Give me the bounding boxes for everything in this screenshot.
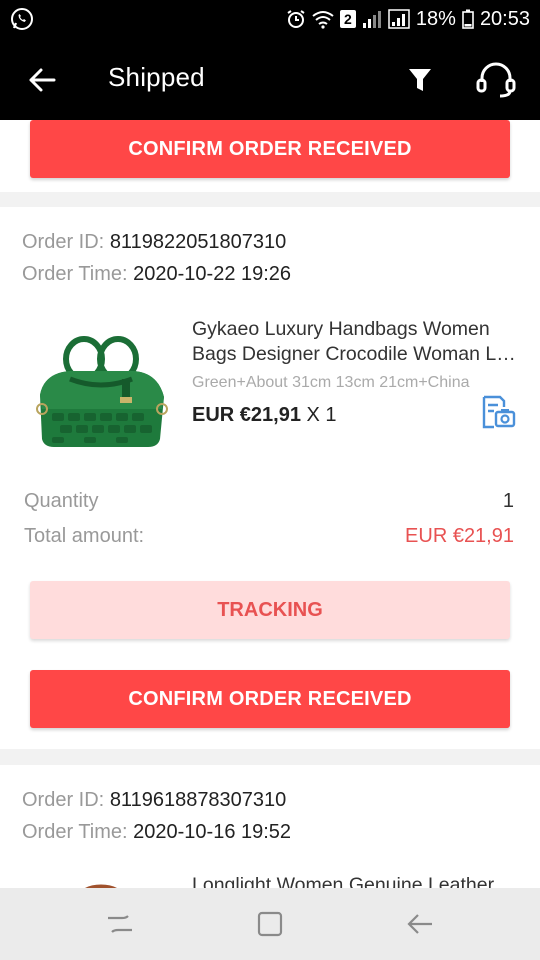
order-card: Order ID: 8119618878307310 Order Time: 2…	[0, 765, 540, 888]
confirm-order-received-button[interactable]: CONFIRM ORDER RECEIVED	[30, 120, 510, 178]
product-quantity: X 1	[306, 404, 337, 426]
quantity-value: 1	[502, 490, 514, 512]
status-bar: 2 18% 20:53	[0, 0, 540, 38]
product-image[interactable]	[30, 875, 172, 888]
product-name[interactable]: Longlight Women Genuine Leather	[192, 873, 517, 888]
product-price: EUR €21,91	[192, 404, 301, 426]
product-image[interactable]	[30, 317, 172, 459]
order-time-line: Order Time: 2020-10-22 19:26	[22, 263, 291, 286]
sim-badge: 2	[339, 10, 356, 28]
order-id-value: 8119822051807310	[109, 231, 287, 253]
page-title: Shipped	[108, 62, 205, 92]
filter-icon[interactable]	[404, 64, 436, 96]
order-id-line: Order ID: 8119822051807310	[22, 231, 286, 254]
product-name-line1: Gykaeo Luxury Handbags Women	[192, 318, 490, 340]
order-time-label: Order Time:	[22, 263, 128, 285]
alarm-icon	[286, 9, 306, 29]
quantity-label: Quantity	[24, 490, 99, 512]
home-icon[interactable]	[254, 908, 286, 940]
order-time-value: 2020-10-22 19:26	[133, 263, 292, 285]
system-navigation-bar	[0, 888, 540, 960]
product-name[interactable]: Gykaeo Luxury Handbags Women Bags Design…	[192, 317, 517, 367]
clock: 20:53	[479, 7, 530, 30]
order-card-previous: CONFIRM ORDER RECEIVED	[0, 120, 540, 192]
order-card: Order ID: 8119822051807310 Order Time: 2…	[0, 207, 540, 749]
back-arrow-icon[interactable]	[24, 62, 60, 98]
order-id-label: Order ID:	[22, 231, 105, 253]
total-amount-label: Total amount:	[24, 525, 145, 547]
signal-icon-2	[388, 9, 410, 29]
order-list[interactable]: CONFIRM ORDER RECEIVED Order ID: 8119822…	[0, 120, 540, 888]
product-name-line2: Bags Designer Crocodile Woman Leather Ha…	[192, 343, 517, 365]
order-time-line: Order Time: 2020-10-16 19:52	[22, 821, 291, 844]
snapshot-icon[interactable]	[480, 394, 516, 430]
battery-percent: 18%	[415, 7, 456, 30]
product-name-line1: Longlight Women Genuine Leather	[192, 874, 495, 888]
product-attributes: Green+About 31cm 13cm 21cm+China	[192, 374, 470, 391]
recent-apps-icon[interactable]	[104, 908, 136, 940]
customer-service-icon[interactable]	[474, 60, 518, 100]
order-id-label: Order ID:	[22, 789, 105, 811]
tracking-button[interactable]: TRACKING	[30, 581, 510, 639]
product-price-line: EUR €21,91 X 1	[192, 404, 337, 427]
back-icon[interactable]	[404, 908, 436, 940]
total-amount-value: EUR €21,91	[405, 525, 514, 547]
confirm-order-received-button[interactable]: CONFIRM ORDER RECEIVED	[30, 670, 510, 728]
order-time-label: Order Time:	[22, 821, 128, 843]
wifi-icon	[312, 9, 334, 29]
battery-icon	[462, 9, 474, 29]
order-time-value: 2020-10-16 19:52	[133, 821, 292, 843]
whatsapp-icon	[10, 7, 34, 36]
app-bar: Shipped	[0, 38, 540, 120]
order-id-value: 8119618878307310	[109, 789, 287, 811]
order-id-line: Order ID: 8119618878307310	[22, 789, 286, 812]
signal-icon	[362, 9, 382, 29]
